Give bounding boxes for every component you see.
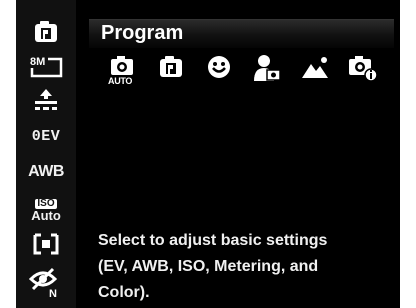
scene-info-mode-option[interactable] [346, 54, 380, 90]
auto-mode-label: AUTO [108, 76, 133, 86]
svg-text:N: N [49, 288, 57, 299]
metering-icon [33, 233, 59, 255]
sidebar-item-metering[interactable] [22, 230, 70, 258]
svg-text:8M: 8M [30, 56, 45, 68]
description-line-2: (EV, AWB, ISO, Metering, and [98, 258, 319, 275]
sidebar-item-color[interactable]: N [22, 266, 70, 300]
landscape-mode-option[interactable] [298, 54, 332, 90]
iso-bottom-label: Auto [31, 207, 61, 223]
quality-icon [35, 89, 57, 110]
menu-description: Select to adjust basic settings (EV, AWB… [98, 228, 398, 306]
program-mode-icon [160, 56, 182, 77]
settings-sidebar: 8M 0EV AWB ISO Auto N [16, 0, 76, 308]
camera-menu-screen: 8M 0EV AWB ISO Auto N Program AUTO Selec… [16, 0, 400, 308]
sidebar-item-exposure[interactable]: 0EV [22, 122, 70, 150]
auto-mode-option[interactable]: AUTO [106, 54, 140, 90]
menu-title-bar: Program [89, 19, 394, 48]
description-line-1: Select to adjust basic settings [98, 232, 328, 249]
iso-label: ISO Auto [31, 197, 61, 223]
auto-mode-icon [111, 56, 133, 75]
landscape-mode-icon [302, 57, 328, 78]
smile-capture-option[interactable] [202, 54, 236, 90]
exposure-value-label: 0EV [31, 127, 61, 145]
sidebar-item-iso[interactable]: ISO Auto [22, 194, 70, 226]
iso-top-label: ISO [35, 197, 57, 209]
scene-info-mode-icon [349, 56, 378, 82]
sidebar-item-mode[interactable] [22, 18, 70, 46]
description-line-3: Color). [98, 284, 150, 301]
portrait-mode-option[interactable] [250, 54, 284, 90]
menu-title: Program [101, 22, 184, 44]
smile-capture-icon [208, 56, 230, 78]
mode-selector-row: AUTO [106, 54, 396, 92]
color-mode-icon: N [29, 267, 58, 299]
image-size-icon: 8M [30, 56, 63, 78]
program-mode-icon [35, 21, 57, 42]
portrait-mode-icon [254, 55, 281, 81]
sidebar-item-quality[interactable] [22, 86, 70, 114]
sidebar-item-white-balance[interactable]: AWB [22, 158, 70, 186]
white-balance-label: AWB [28, 163, 64, 180]
program-mode-option[interactable] [154, 54, 188, 90]
sidebar-item-image-size[interactable]: 8M [22, 52, 70, 80]
